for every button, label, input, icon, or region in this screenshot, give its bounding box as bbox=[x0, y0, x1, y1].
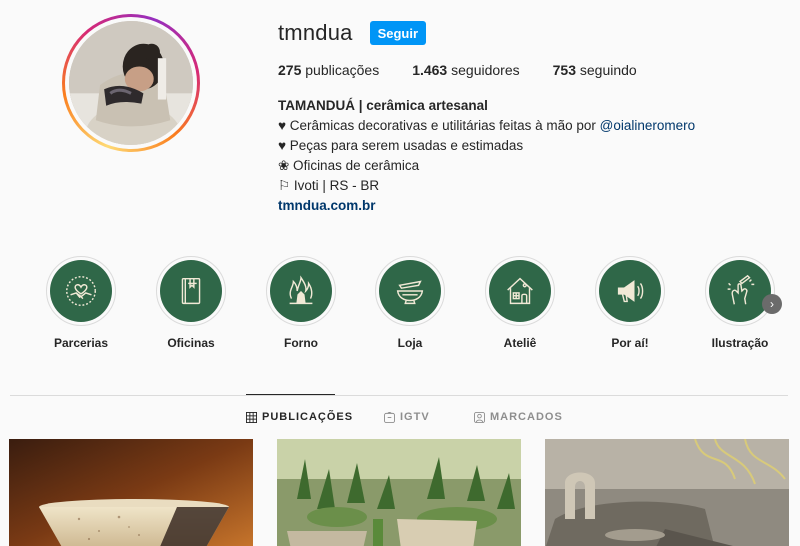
highlight-label: Por aí! bbox=[611, 336, 649, 350]
megaphone-icon bbox=[617, 280, 644, 303]
post-image-plants bbox=[277, 439, 521, 546]
bio-line-1-text: ♥ Cerâmicas decorativas e utilitárias fe… bbox=[278, 118, 600, 133]
posts-count: 275 bbox=[278, 62, 302, 78]
active-tab-indicator bbox=[246, 394, 335, 395]
house-icon bbox=[507, 277, 533, 305]
highlight-oficinas[interactable]: Oficinas bbox=[141, 256, 241, 350]
tab-label: MARCADOS bbox=[490, 411, 563, 423]
post-thumbnail[interactable] bbox=[545, 439, 789, 546]
tab-publicacoes[interactable]: PUBLICAÇÕES bbox=[246, 411, 353, 423]
profile-username: tmndua bbox=[278, 20, 353, 45]
tab-marcados[interactable]: MARCADOS bbox=[474, 411, 563, 423]
highlight-label: Parcerias bbox=[53, 336, 109, 350]
tab-igtv[interactable]: IGTV bbox=[384, 411, 430, 423]
profile-full-name: TAMANDUÁ | cerâmica artesanal bbox=[278, 98, 488, 113]
followers-stat[interactable]: 1.463 seguidores bbox=[412, 62, 519, 78]
followers-label: seguidores bbox=[451, 62, 520, 78]
post-thumbnail[interactable] bbox=[9, 439, 253, 546]
following-label: seguindo bbox=[579, 62, 637, 78]
highlight-atelie[interactable]: Ateliê bbox=[470, 256, 570, 350]
avatar-photo bbox=[69, 21, 193, 145]
story-highlights: Parcerias Oficinas Forno Loja Ateliê Por… bbox=[0, 256, 800, 356]
profile-avatar-ring[interactable] bbox=[62, 14, 200, 152]
profile-bio: TAMANDUÁ | cerâmica artesanal ♥ Cerâmica… bbox=[278, 96, 695, 216]
highlight-parcerias[interactable]: Parcerias bbox=[31, 256, 131, 350]
bio-line-2: ♥ Peças para serem usadas e estimadas bbox=[278, 138, 524, 153]
handshake-heart-icon bbox=[66, 276, 96, 306]
post-image-ceramic bbox=[545, 439, 789, 546]
fire-icon bbox=[289, 275, 313, 305]
avatar[interactable] bbox=[69, 21, 193, 145]
posts-stat: 275 publicações bbox=[278, 62, 379, 78]
bio-line-4: ⚐ Ivoti | RS - BR bbox=[278, 178, 380, 193]
hand-pencil-icon bbox=[727, 274, 755, 305]
following-stat[interactable]: 753 seguindo bbox=[553, 62, 637, 78]
tagged-icon bbox=[474, 411, 485, 423]
highlight-label: Oficinas bbox=[167, 336, 215, 350]
follow-button[interactable]: Seguir bbox=[369, 21, 427, 45]
post-thumbnail[interactable] bbox=[277, 439, 521, 546]
igtv-icon bbox=[384, 411, 395, 423]
following-count: 753 bbox=[552, 62, 576, 78]
website-link[interactable]: tmndua.com.br bbox=[278, 198, 376, 213]
tabs-divider bbox=[10, 395, 788, 396]
tab-label: IGTV bbox=[400, 411, 430, 423]
highlight-label: Forno bbox=[284, 336, 318, 350]
highlight-forno[interactable]: Forno bbox=[251, 256, 351, 350]
chevron-right-icon[interactable]: › bbox=[762, 294, 782, 314]
bio-line-3: ❀ Oficinas de cerâmica bbox=[278, 158, 420, 173]
tab-label: PUBLICAÇÕES bbox=[262, 411, 354, 423]
grid-icon bbox=[246, 411, 257, 423]
highlight-label: Ilustração bbox=[711, 336, 769, 350]
highlight-label: Ateliê bbox=[503, 336, 537, 350]
post-image-bowl bbox=[9, 439, 253, 546]
highlight-por-ai[interactable]: Por aí! bbox=[580, 256, 680, 350]
bio-line-1: ♥ Cerâmicas decorativas e utilitárias fe… bbox=[278, 116, 695, 136]
highlight-label: Loja bbox=[397, 336, 423, 350]
profile-stats: 275 publicações 1.463 seguidores 753 seg… bbox=[278, 62, 670, 78]
highlight-loja[interactable]: Loja bbox=[360, 256, 460, 350]
bio-mention-link[interactable]: @oialineromero bbox=[600, 118, 696, 133]
posts-label: publicações bbox=[305, 62, 380, 78]
bowls-icon bbox=[396, 280, 424, 305]
followers-count: 1.463 bbox=[412, 62, 448, 78]
book-icon bbox=[181, 277, 201, 305]
